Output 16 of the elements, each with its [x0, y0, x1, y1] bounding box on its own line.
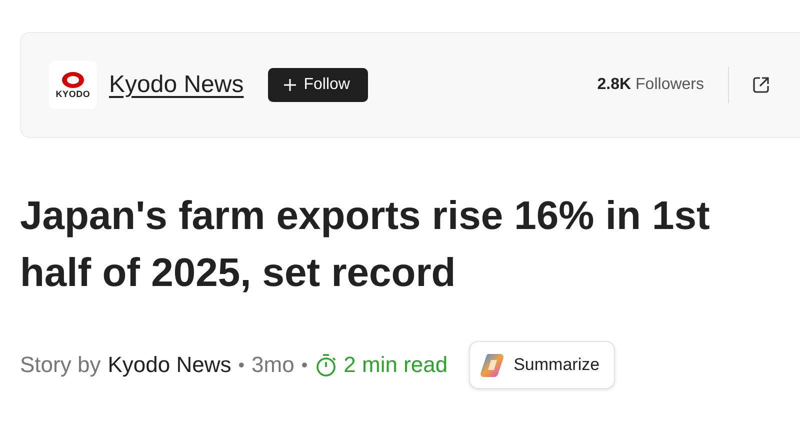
followers-count: 2.8K Followers [597, 76, 704, 94]
author-link[interactable]: Kyodo News [108, 352, 232, 378]
logo-text: KYODO [56, 89, 90, 99]
plus-icon [284, 79, 296, 91]
follow-button[interactable]: Follow [268, 68, 368, 102]
timer-icon [314, 353, 337, 377]
publisher-link[interactable]: Kyodo News [109, 71, 244, 99]
age: 3mo [252, 352, 294, 378]
headline: Japan's farm exports rise 16% in 1st half of 2025, set record [20, 193, 711, 297]
separator: • [301, 354, 308, 376]
byline-prefix: Story by [20, 352, 101, 378]
read-time: 2 min read [344, 352, 448, 378]
summarize-button[interactable]: Summarize [468, 341, 615, 389]
logo-icon [60, 71, 86, 89]
separator: • [238, 354, 245, 376]
external-link-icon[interactable] [751, 75, 771, 95]
